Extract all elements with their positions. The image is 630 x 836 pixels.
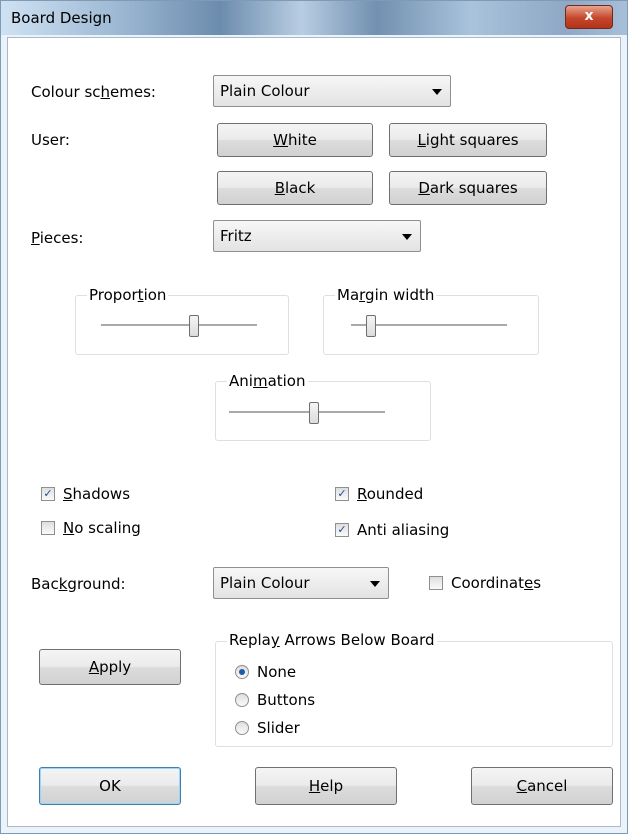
light-squares-button[interactable]: Light squares [389, 123, 547, 157]
animation-track[interactable] [229, 411, 385, 414]
anti-aliasing-checkbox[interactable]: ✓ [335, 523, 349, 537]
proportion-slider-thumb[interactable] [188, 315, 199, 337]
no-scaling-checkbox[interactable] [41, 521, 55, 535]
background-value: Plain Colour [220, 574, 310, 592]
margin-width-slider-thumb[interactable] [365, 315, 376, 337]
title-bar[interactable]: Board Design x [1, 1, 627, 35]
user-label: User: [31, 131, 70, 149]
no-scaling-label: No scaling [63, 519, 141, 537]
none-label: None [257, 663, 297, 681]
window-title: Board Design [11, 9, 112, 27]
proportion-track[interactable] [101, 324, 257, 327]
rounded-checkbox[interactable]: ✓ [335, 487, 349, 501]
slider-radio[interactable] [235, 721, 249, 735]
apply-button[interactable]: Apply [39, 649, 181, 685]
buttons-radio[interactable] [235, 693, 249, 707]
replay-arrows-title: Replay Arrows Below Board [227, 631, 437, 649]
proportion-title: Proportion [87, 286, 169, 304]
close-button[interactable]: x [565, 5, 613, 29]
background-label: Background: [31, 575, 126, 593]
chevron-down-icon [370, 581, 380, 587]
coordinates-label: Coordinates [451, 574, 542, 592]
white-button[interactable]: White [217, 123, 373, 157]
background-select[interactable]: Plain Colour [213, 567, 389, 599]
shadows-label: Shadows [63, 485, 131, 503]
shadows-checkbox[interactable]: ✓ [41, 487, 55, 501]
colour-schemes-label: Colour schemes: [31, 83, 156, 101]
pieces-label: Pieces: [31, 229, 84, 247]
colour-schemes-value: Plain Colour [220, 82, 310, 100]
colour-schemes-select[interactable]: Plain Colour [213, 75, 451, 107]
pieces-select[interactable]: Fritz [213, 220, 421, 252]
coordinates-checkbox[interactable] [429, 576, 443, 590]
black-button[interactable]: Black [217, 171, 373, 205]
slider-label: Slider [257, 719, 300, 737]
chevron-down-icon [402, 234, 412, 240]
dark-squares-button[interactable]: Dark squares [389, 171, 547, 205]
dialog-content: Colour schemes: Plain Colour User: White… [7, 37, 621, 827]
ok-button[interactable]: OK [39, 767, 181, 805]
help-button[interactable]: Help [255, 767, 397, 805]
none-radio[interactable] [235, 665, 249, 679]
margin-width-title: Margin width [335, 286, 437, 304]
board-design-dialog: Board Design x Colour schemes: Plain Col… [0, 0, 628, 834]
rounded-label: Rounded [357, 485, 424, 503]
cancel-button[interactable]: Cancel [471, 767, 613, 805]
buttons-label: Buttons [257, 691, 316, 709]
chevron-down-icon [432, 89, 442, 95]
anti-aliasing-label: Anti aliasing [357, 521, 450, 539]
animation-title: Animation [227, 372, 308, 390]
animation-slider-thumb[interactable] [309, 402, 320, 424]
close-icon: x [584, 8, 594, 24]
pieces-value: Fritz [220, 227, 252, 245]
